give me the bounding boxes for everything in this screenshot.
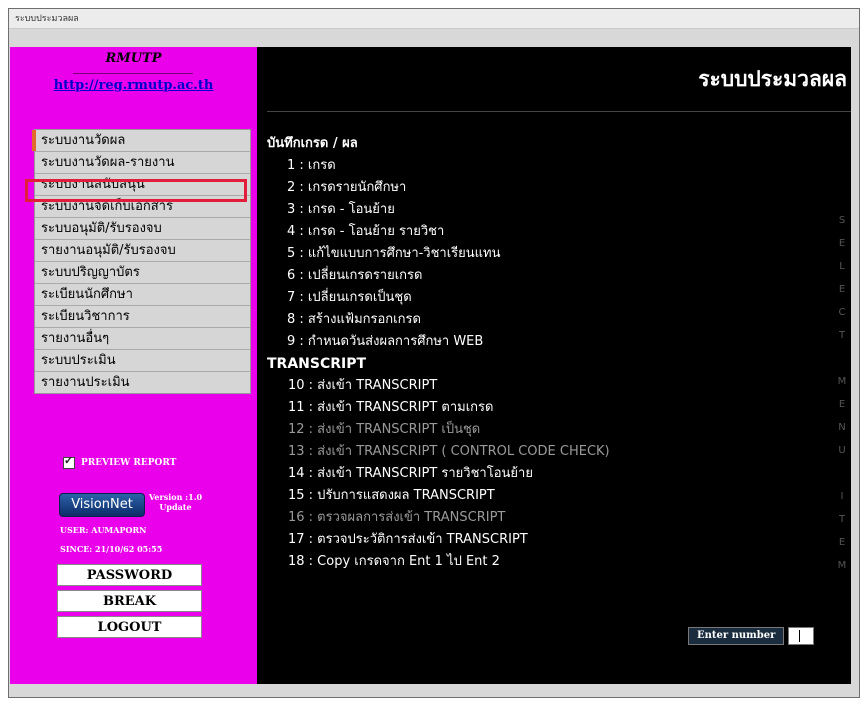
- break-button[interactable]: BREAK: [57, 590, 202, 612]
- menu-option-17[interactable]: 17 : ตรวจประวัติการส่งเข้า TRANSCRIPT: [267, 529, 610, 551]
- vertical-letter: M: [837, 560, 847, 571]
- vertical-letter: I: [840, 491, 844, 502]
- enter-number-control: Enter number: [688, 627, 815, 645]
- vertical-letter: E: [838, 399, 846, 410]
- preview-report-label: PREVIEW REPORT: [81, 458, 177, 468]
- menu-option-15[interactable]: 15 : ปรับการแสดงผล TRANSCRIPT: [267, 485, 610, 507]
- menu-option-12[interactable]: 12 : ส่งเข้า TRANSCRIPT เป็นชุด: [267, 419, 610, 441]
- vertical-letter: E: [838, 238, 846, 249]
- vertical-letter: N: [838, 422, 846, 433]
- update-label: Update: [159, 502, 192, 512]
- menu-option-1[interactable]: 1 : เกรด: [267, 155, 610, 177]
- menu-option-6[interactable]: 6 : เปลี่ยนเกรดรายเกรด: [267, 265, 610, 287]
- site-url-link[interactable]: http://reg.rmutp.ac.th: [10, 78, 257, 93]
- menu-option-18[interactable]: 18 : Copy เกรดจาก Ent 1 ไป Ent 2: [267, 551, 610, 573]
- menu-option-13[interactable]: 13 : ส่งเข้า TRANSCRIPT ( CONTROL CODE C…: [267, 441, 610, 463]
- sidebar-item-evaluation[interactable]: ระบบประเมิน: [35, 350, 250, 372]
- sidebar-item-other-reports[interactable]: รายงานอื่นๆ: [35, 328, 250, 350]
- sidebar-item-grading-report[interactable]: ระบบงานวัดผล-รายงาน: [35, 152, 250, 174]
- vertical-letter: T: [838, 514, 846, 525]
- logo-divider: [73, 73, 193, 74]
- select-menu-item-vertical-label: S E L E C T M E N U I T E M: [837, 209, 847, 577]
- version-info: Version :1.0 Update: [148, 492, 203, 512]
- menu-option-5[interactable]: 5 : แก้ไขแบบการศึกษา-วิชาเรียนแทน: [267, 243, 610, 265]
- vertical-letter: L: [839, 261, 845, 272]
- password-button[interactable]: PASSWORD: [57, 564, 202, 586]
- approval-highlight-box: [25, 179, 247, 202]
- version-label: Version :1.0: [148, 492, 203, 502]
- visionnet-logo: VisionNet: [59, 493, 145, 517]
- logout-button[interactable]: LOGOUT: [57, 616, 202, 638]
- main-panel: ระบบประมวลผล บันทึกเกรด / ผล 1 : เกรด 2 …: [257, 47, 851, 684]
- sidebar-menu: ระบบงานวัดผล ระบบงานวัดผล-รายงาน ระบบงาน…: [32, 129, 251, 394]
- check-icon: ✓: [64, 454, 74, 467]
- vertical-letter: [837, 462, 847, 485]
- menu-option-9[interactable]: 9 : กำหนดวันส่งผลการศึกษา WEB: [267, 331, 610, 353]
- sidebar-item-academic-records[interactable]: ระเบียนวิชาการ: [35, 306, 250, 328]
- menu-option-11[interactable]: 11 : ส่งเข้า TRANSCRIPT ตามเกรด: [267, 397, 610, 419]
- menu-option-10[interactable]: 10 : ส่งเข้า TRANSCRIPT: [267, 375, 610, 397]
- vertical-letter: C: [838, 307, 846, 318]
- vertical-letter: T: [838, 330, 846, 341]
- menu-option-7[interactable]: 7 : เปลี่ยนเกรดเป็นชุด: [267, 287, 610, 309]
- menu-option-8[interactable]: 8 : สร้างแฟ้มกรอกเกรด: [267, 309, 610, 331]
- vertical-letter: U: [838, 445, 846, 456]
- preview-report-checkbox[interactable]: ✓: [63, 454, 75, 469]
- since-label: SINCE: 21/10/62 05:55: [60, 544, 163, 554]
- sidebar-item-grading[interactable]: ระบบงานวัดผล: [32, 130, 250, 152]
- menu-option-3[interactable]: 3 : เกรด - โอนย้าย: [267, 199, 610, 221]
- menu-option-4[interactable]: 4 : เกรด - โอนย้าย รายวิชา: [267, 221, 610, 243]
- sidebar-item-degree[interactable]: ระบบปริญญาบัตร: [35, 262, 250, 284]
- preview-report-option[interactable]: ✓ PREVIEW REPORT: [63, 454, 177, 469]
- window-title: ระบบประมวลผล: [9, 9, 859, 29]
- text-caret: [799, 630, 801, 642]
- menu-option-2[interactable]: 2 : เกรดรายนักศึกษา: [267, 177, 610, 199]
- menu-content: บันทึกเกรด / ผล 1 : เกรด 2 : เกรดรายนักศ…: [267, 133, 610, 573]
- sidebar-item-evaluation-report[interactable]: รายงานประเมิน: [35, 372, 250, 393]
- sidebar-item-student-records[interactable]: ระเบียนนักศึกษา: [35, 284, 250, 306]
- vertical-letter: M: [837, 376, 847, 387]
- session-info: USER: AUMAPORN SINCE: 21/10/62 05:55: [60, 521, 162, 559]
- rmutp-logo: RMUTP: [105, 51, 162, 66]
- enter-number-input[interactable]: [788, 627, 815, 645]
- section-heading-transcript: TRANSCRIPT: [267, 356, 367, 372]
- sidebar-item-approval-report[interactable]: รายงานอนุมัติ/รับรองจบ: [35, 240, 250, 262]
- sidebar: RMUTP http://reg.rmutp.ac.th ระบบงานวัดผ…: [10, 47, 257, 684]
- enter-number-label: Enter number: [688, 627, 785, 645]
- vertical-letter: E: [838, 537, 846, 548]
- sidebar-item-approval[interactable]: ระบบอนุมัติ/รับรองจบ: [35, 218, 250, 240]
- menu-option-16[interactable]: 16 : ตรวจผลการส่งเข้า TRANSCRIPT: [267, 507, 610, 529]
- user-label: USER: AUMAPORN: [60, 525, 147, 535]
- vertical-letter: [837, 347, 847, 370]
- vertical-letter: S: [838, 215, 846, 226]
- page-title: ระบบประมวลผล: [698, 67, 847, 91]
- vertical-letter: E: [838, 284, 846, 295]
- section-heading-grades: บันทึกเกรด / ผล: [267, 136, 358, 151]
- title-divider: [267, 111, 851, 112]
- menu-option-14[interactable]: 14 : ส่งเข้า TRANSCRIPT รายวิชาโอนย้าย: [267, 463, 610, 485]
